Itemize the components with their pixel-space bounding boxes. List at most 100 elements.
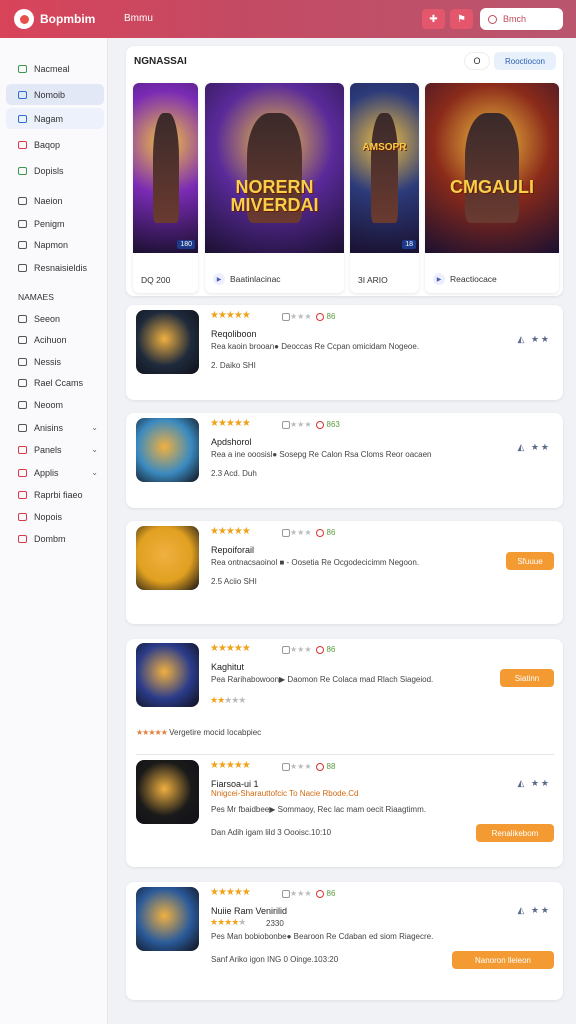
app-row[interactable]: ★★★★★ ★★★ 88 Fiarsoa-ui 1 Nnigcei-Sharauttof…: [126, 760, 563, 842]
app-row[interactable]: ★★★★★ ★★★ 86 Repoiforail Rea ontnacsaoinol ■…: [126, 526, 563, 606]
app-row[interactable]: ★★★★★ ★★★ 86 Nuiie Ram Venirilid ★★★★★ 2330 Pe…: [126, 887, 563, 969]
app-action-button[interactable]: Siatinn: [500, 669, 554, 687]
app-thumbnail[interactable]: [136, 760, 199, 824]
app-name[interactable]: Reqoliboon: [211, 329, 257, 339]
app-action-button[interactable]: Nanoron lleieon: [452, 951, 554, 969]
sidebar-group-item-10[interactable]: Dombm: [6, 528, 104, 549]
rating-extras: ★★★ 86: [278, 312, 335, 321]
rating-extras: ★★★ 88: [278, 762, 335, 771]
sub-rating-text: 2330: [266, 919, 284, 928]
sidebar-group-item-5[interactable]: Anisins ⌄: [6, 417, 104, 438]
app-name[interactable]: Nuiie Ram Venirilid: [211, 906, 287, 916]
sidebar-item-4[interactable]: Dopisls: [6, 160, 104, 181]
box-icon: [282, 762, 290, 771]
share-icon[interactable]: ◭ ★★: [517, 905, 551, 916]
app-highlight: Nnigcei-Sharauttofcic To Nacie Rbode.Cd: [211, 789, 359, 798]
image-icon: [18, 490, 27, 499]
sidebar-group-item-2[interactable]: Nessis: [6, 351, 104, 372]
record-icon: [315, 312, 324, 321]
app-row[interactable]: ★★★★★ ★★★ 863 Apdshorol Rea a ine ooosisl● S…: [126, 418, 563, 498]
sidebar-group-item-8[interactable]: Raprbi fiaeo: [6, 484, 104, 505]
rating-stars: ★★★★★: [210, 887, 251, 898]
app-description: Rea ontnacsaoinol ■ - Oosetia Re Ocgodec…: [211, 558, 420, 567]
featured-card[interactable]: AMSOPR 18 3I ARIO: [350, 83, 419, 293]
sidebar-group-item-0[interactable]: Seeon: [6, 308, 104, 329]
gamepad-button[interactable]: ✚: [422, 9, 445, 29]
app-row[interactable]: ★★★★★ ★★★ 86 Reqoliboon Rea kaoin brooan● De…: [126, 310, 563, 390]
app-thumbnail[interactable]: [136, 418, 199, 482]
featured-card[interactable]: 180 DQ 200: [133, 83, 198, 293]
view-all-button[interactable]: Rooctiocon: [494, 52, 556, 70]
rating-extras: ★★★ 86: [278, 889, 335, 898]
clock-icon: [18, 400, 27, 409]
age-badge: 18: [402, 240, 416, 249]
featured-caption-row: DQ 200: [133, 275, 198, 285]
sidebar-item-2[interactable]: Nagam: [6, 108, 104, 129]
app-meta: 2.3 Acd. Duh: [211, 469, 257, 478]
app-thumbnail[interactable]: [136, 643, 199, 707]
sidebar-item-5[interactable]: Naeion: [6, 190, 104, 211]
extra-row: ★★★★★ Vergetire mocid Iocabpiec: [136, 728, 261, 737]
sidebar-group-item-7[interactable]: Applis ⌄: [6, 462, 104, 483]
sidebar-group-item-3[interactable]: Rael Ccams: [6, 372, 104, 393]
record-icon: [315, 645, 324, 654]
search-input[interactable]: Bmch: [480, 8, 563, 30]
sidebar-item-label: Raprbi fiaeo: [34, 489, 83, 500]
age-badge: 180: [177, 240, 195, 249]
sidebar-item-6[interactable]: Penigm: [6, 213, 104, 234]
record-icon: [315, 420, 324, 429]
camera-icon: [18, 512, 27, 521]
sidebar-item-label: Resnaisieldis: [34, 262, 88, 273]
sidebar-item-label: Nessis: [34, 356, 62, 367]
app-name[interactable]: Fiarsoa-ui 1: [211, 779, 259, 789]
nav-title[interactable]: Bmmu: [124, 13, 153, 24]
sidebar-item-label: Dombm: [34, 533, 66, 544]
app-description: Pes Man bobiobonbe● Bearoon Re Cdaban ed…: [211, 932, 434, 941]
gamepad-icon: [18, 114, 27, 123]
app-action-button[interactable]: Sfuuue: [506, 552, 554, 570]
play-icon: ▶: [433, 273, 445, 285]
logo-icon[interactable]: [14, 9, 34, 29]
chevron-down-icon: ⌄: [91, 445, 98, 454]
sidebar-group-item-4[interactable]: Neoom: [6, 394, 104, 415]
app-name[interactable]: Kaghitut: [211, 662, 244, 672]
featured-card[interactable]: NORERN MIVERDAI ▶ Baatinlacinac: [205, 83, 344, 293]
app-name[interactable]: Repoiforail: [211, 545, 254, 555]
share-icon[interactable]: ◭ ★★: [517, 334, 551, 345]
featured-poster: NORERN MIVERDAI: [205, 83, 344, 253]
app-description: Pes Mr fbaidbee▶ Sommaoy, Rec lac mam oe…: [211, 805, 426, 814]
sidebar-item-label: Nopois: [34, 511, 63, 522]
rating-count: 86: [326, 312, 336, 321]
featured-caption-row: 3I ARIO: [350, 275, 419, 285]
sidebar-item-3[interactable]: Baqop: [6, 134, 104, 155]
app-action-button[interactable]: Renalikebom: [476, 824, 554, 842]
app-thumbnail[interactable]: [136, 310, 199, 374]
app-thumbnail[interactable]: [136, 526, 199, 590]
sidebar-group-item-9[interactable]: Nopois: [6, 506, 104, 527]
sidebar-item-1[interactable]: Nomoib: [6, 84, 104, 105]
featured-card[interactable]: CMGAULI ▶ Reactiocace: [425, 83, 559, 293]
chevron-down-icon: ⌄: [91, 468, 98, 477]
sidebar-item-8[interactable]: Resnaisieldis: [6, 257, 104, 278]
rating-count: 86: [326, 645, 336, 654]
app-row[interactable]: ★★★★★ ★★★ 86 Kaghitut ★★★★★ Pea Rarihabowoon▶…: [126, 643, 563, 737]
app-meta: Sanf Ariko igon ING 0 Oinge.103:20: [211, 955, 339, 964]
share-icon[interactable]: ◭ ★★: [517, 442, 551, 453]
featured-circle-button[interactable]: O: [464, 52, 490, 70]
featured-caption: Baatinlacinac: [230, 274, 281, 284]
controller-button[interactable]: ⚑: [450, 9, 473, 29]
featured-poster: 180: [133, 83, 198, 253]
sidebar-group-item-1[interactable]: Acihuon: [6, 329, 104, 350]
chart-icon: [18, 90, 27, 99]
app-title: Bopmbim: [40, 12, 96, 26]
sidebar-item-label: Napmon: [34, 239, 69, 250]
sidebar-group-item-6[interactable]: Panels ⌄: [6, 439, 104, 460]
sidebar-item-0[interactable]: Nacmeal: [6, 58, 104, 79]
app-name[interactable]: Apdshorol: [211, 437, 252, 447]
box-icon: [18, 240, 27, 249]
sidebar-item-7[interactable]: Napmon: [6, 234, 104, 255]
app-thumbnail[interactable]: [136, 887, 199, 951]
app-description: Pea Rarihabowoon▶ Daomon Re Colaca mad R…: [211, 675, 434, 684]
rating-count: 88: [326, 762, 336, 771]
share-icon[interactable]: ◭ ★★: [517, 778, 551, 789]
